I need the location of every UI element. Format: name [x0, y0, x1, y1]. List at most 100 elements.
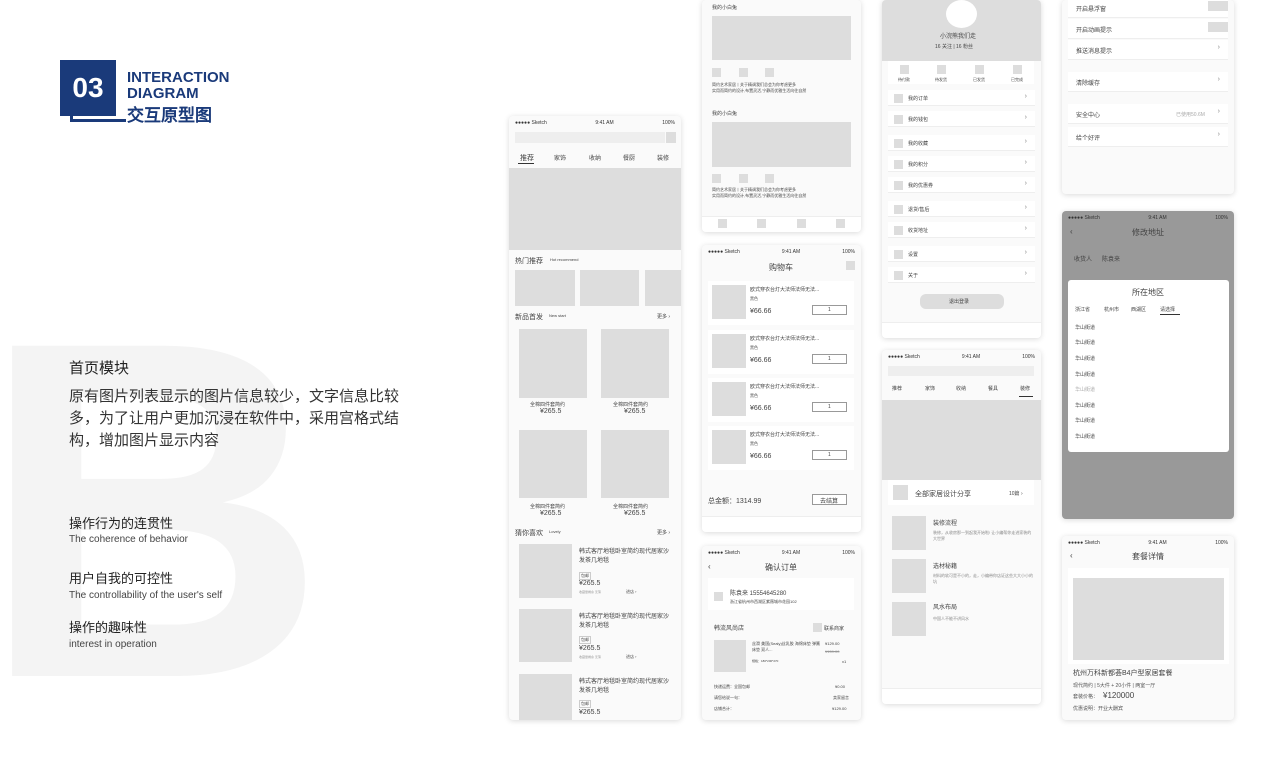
tab-decor[interactable]: 家饰: [554, 153, 566, 162]
hot-image-1[interactable]: [515, 270, 575, 306]
menu-settings[interactable]: 设置 ›: [888, 246, 1035, 262]
article-image[interactable]: [892, 516, 926, 550]
toggle-switch[interactable]: [1208, 22, 1228, 32]
avatar[interactable]: [946, 0, 977, 28]
street-option[interactable]: 华山街道: [1075, 371, 1095, 378]
nav-icon[interactable]: [836, 219, 845, 228]
favorite-icon: [894, 139, 903, 148]
banner-image[interactable]: [509, 168, 681, 250]
menu-wallet[interactable]: 我的钱包 ›: [888, 111, 1035, 127]
logo-chinese: 交互原型图: [127, 106, 212, 125]
nav-icon[interactable]: [797, 219, 806, 228]
crumb-select[interactable]: 请选择: [1160, 306, 1175, 313]
crumb-city[interactable]: 杭州市: [1104, 306, 1119, 313]
menu-returns[interactable]: 退货/售后 ›: [888, 201, 1035, 217]
thumb[interactable]: [712, 68, 721, 77]
hot-image-2[interactable]: [580, 270, 639, 306]
list-image[interactable]: [519, 544, 572, 598]
street-option[interactable]: 华山街道: [1075, 339, 1095, 346]
cart-item-image[interactable]: [712, 334, 746, 368]
rate-row[interactable]: 给个好评 ›: [1068, 127, 1228, 147]
thumb[interactable]: [765, 174, 774, 183]
search-bar[interactable]: [515, 132, 665, 143]
back-icon[interactable]: ‹: [708, 562, 711, 571]
article-image[interactable]: [892, 602, 926, 636]
list-image[interactable]: [519, 609, 572, 662]
cart-item-image[interactable]: [712, 430, 746, 464]
banner-image[interactable]: [882, 400, 1041, 480]
completed-icon[interactable]: [1013, 65, 1022, 74]
product-image[interactable]: [601, 329, 669, 398]
nav-icon[interactable]: [718, 219, 727, 228]
product-image[interactable]: [519, 430, 587, 498]
cart-item-image[interactable]: [712, 382, 746, 416]
completed-tab[interactable]: 已完成: [1011, 77, 1023, 83]
scan-icon[interactable]: [666, 132, 676, 143]
intro-desc: 原有图片列表显示的图片信息较少，文字信息比较多，为了让用户更加沉浸在软件中，采用…: [69, 388, 400, 449]
cart-item-image[interactable]: [712, 285, 746, 319]
pending-ship-icon[interactable]: [937, 65, 946, 74]
menu-address[interactable]: 收货地址 ›: [888, 222, 1035, 238]
thumb[interactable]: [739, 68, 748, 77]
street-option[interactable]: 华山街道: [1075, 386, 1095, 393]
contact-seller[interactable]: 联系商家: [824, 625, 844, 632]
note-label: 请您给说一句：: [714, 695, 742, 700]
shipped-icon[interactable]: [975, 65, 984, 74]
crumb-district[interactable]: 西湖区: [1131, 306, 1146, 313]
thumb[interactable]: [712, 174, 721, 183]
thumb[interactable]: [739, 174, 748, 183]
street-option[interactable]: 华山街道: [1075, 324, 1095, 331]
push-notification-row[interactable]: 推送消息提示 ›: [1068, 40, 1228, 60]
article-image[interactable]: [892, 559, 926, 593]
street-option[interactable]: 华山街道: [1075, 402, 1095, 409]
list-image[interactable]: [519, 674, 572, 720]
pending-pay-tab[interactable]: 待付款: [898, 77, 910, 83]
menu-about[interactable]: 关于 ›: [888, 267, 1035, 283]
tab-kitchen[interactable]: 餐厨: [623, 153, 635, 162]
enter-shop-link[interactable]: 进店 ›: [626, 654, 636, 660]
street-option[interactable]: 华山街道: [1075, 433, 1095, 440]
thumb[interactable]: [765, 68, 774, 77]
menu-my-orders[interactable]: 我的订单 ›: [888, 90, 1035, 106]
tab-tableware[interactable]: 餐具: [988, 385, 998, 392]
chevron-right-icon: ›: [1024, 114, 1027, 121]
feed-image[interactable]: [712, 16, 851, 60]
tab-storage[interactable]: 收纳: [956, 385, 966, 392]
package-image[interactable]: [1073, 578, 1224, 660]
tab-recommend[interactable]: 推荐: [892, 385, 902, 392]
tab-renovation[interactable]: 装修: [657, 153, 669, 162]
order-original-price: ¥159.00: [825, 649, 840, 654]
menu-coupons[interactable]: 我的优惠券 ›: [888, 177, 1035, 193]
back-icon[interactable]: ‹: [1070, 227, 1073, 236]
street-option[interactable]: 华山街道: [1075, 417, 1095, 424]
tab-recommend[interactable]: 推荐: [520, 153, 534, 163]
edit-icon[interactable]: [846, 261, 855, 270]
nav-icon[interactable]: [757, 219, 766, 228]
product-image[interactable]: [601, 430, 669, 498]
chat-icon[interactable]: [813, 623, 822, 632]
hot-image-3[interactable]: [645, 270, 681, 306]
shipped-tab[interactable]: 已发货: [973, 77, 985, 83]
back-icon[interactable]: ‹: [1070, 551, 1073, 560]
share-count[interactable]: 10篇 ›: [1009, 490, 1023, 497]
tab-storage[interactable]: 收纳: [589, 153, 601, 162]
menu-points[interactable]: 我的积分 ›: [888, 156, 1035, 172]
gear-icon: [894, 250, 903, 259]
street-option[interactable]: 华山街道: [1075, 355, 1095, 362]
crumb-province[interactable]: 浙江省: [1075, 306, 1090, 313]
menu-favorites[interactable]: 我的收藏 ›: [888, 135, 1035, 151]
pending-ship-tab[interactable]: 待发货: [935, 77, 947, 83]
enter-shop-link[interactable]: 进店 ›: [626, 589, 636, 595]
product-image[interactable]: [519, 329, 587, 398]
pending-pay-icon[interactable]: [900, 65, 909, 74]
feed-image[interactable]: [712, 122, 851, 167]
more-link[interactable]: 更多 ›: [657, 313, 670, 320]
tab-renovation[interactable]: 装修: [1020, 385, 1030, 392]
clear-cache-row[interactable]: 清除缓存 ›: [1068, 72, 1228, 92]
security-row[interactable]: 安全中心 已使用50.6M ›: [1068, 104, 1228, 124]
toggle-switch[interactable]: [1208, 1, 1228, 11]
search-bar[interactable]: [888, 366, 1034, 376]
note-input[interactable]: 卖家留言: [833, 695, 849, 701]
more-link[interactable]: 更多 ›: [657, 529, 670, 536]
tab-decor[interactable]: 家饰: [925, 385, 935, 392]
